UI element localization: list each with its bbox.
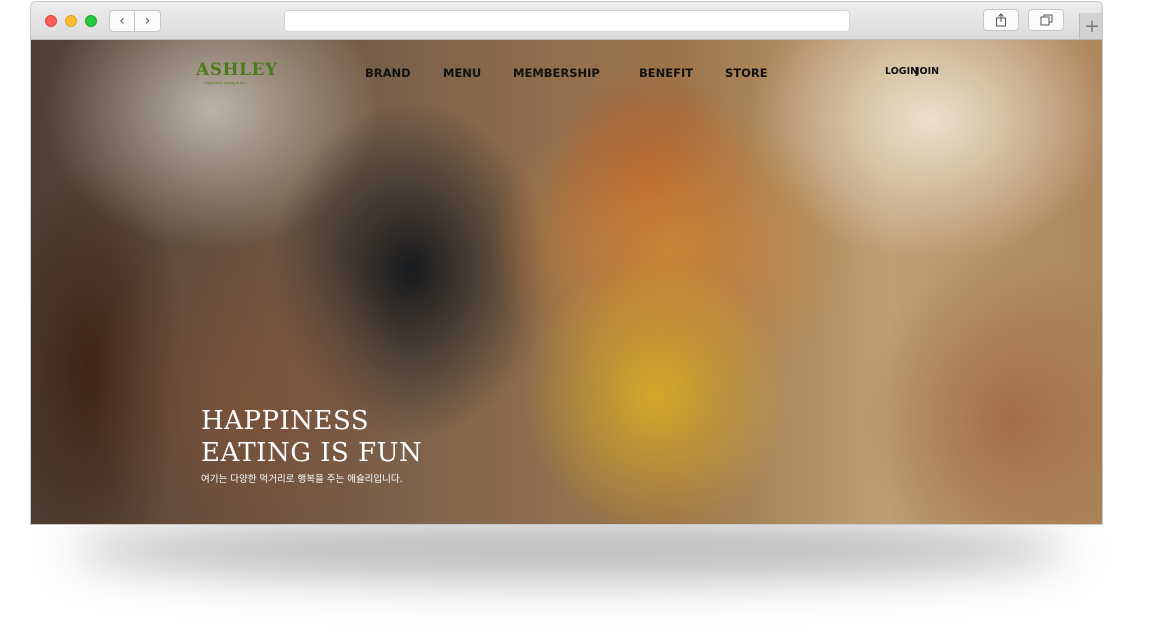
tabs-overview-icon (1040, 14, 1052, 26)
nav-store[interactable]: STORE (725, 66, 768, 80)
logo-tagline: Happiness eating is fun (204, 80, 246, 85)
logo-text: ASHLEY (196, 60, 278, 80)
browser-window: ‹ › + ASHLEY Happiness eating is fun BRA… (30, 1, 1103, 525)
join-link[interactable]: JOIN (916, 66, 939, 77)
hero-photo-overlay (31, 40, 1102, 524)
back-button[interactable]: ‹ (109, 10, 135, 32)
address-bar[interactable] (284, 10, 850, 32)
forward-button[interactable]: › (135, 10, 161, 32)
new-tab-button[interactable]: + (1079, 13, 1102, 39)
browser-toolbar: ‹ › + (31, 2, 1102, 40)
nav-menu[interactable]: MENU (443, 66, 481, 80)
nav-brand[interactable]: BRAND (365, 66, 411, 80)
login-link[interactable]: LOGIN (885, 66, 918, 77)
window-shadow (70, 520, 1070, 580)
nav-membership[interactable]: MEMBERSHIP (513, 66, 600, 80)
close-window-button[interactable] (45, 15, 57, 27)
nav-benefit[interactable]: BENEFIT (639, 66, 693, 80)
hero-title-line-1: HAPPINESS (201, 406, 370, 436)
minimize-window-button[interactable] (65, 15, 77, 27)
hero-title-line-2: EATING IS FUN (201, 438, 423, 468)
hero-title: HAPPINESS EATING IS FUN (201, 405, 422, 469)
chevron-left-icon: ‹ (119, 13, 125, 29)
chevron-right-icon: › (144, 13, 151, 29)
plus-icon: + (1084, 15, 1100, 37)
hero-subtitle: 여기는 다양한 먹거리로 행복을 주는 애슐리입니다. (201, 474, 403, 485)
zoom-window-button[interactable] (85, 15, 97, 27)
site-logo[interactable]: ASHLEY Happiness eating is fun (196, 60, 278, 85)
hero-banner: ASHLEY Happiness eating is fun BRAND MEN… (31, 40, 1102, 524)
share-icon (996, 13, 1006, 27)
share-button[interactable] (983, 9, 1019, 31)
tab-overview-button[interactable] (1028, 9, 1064, 31)
